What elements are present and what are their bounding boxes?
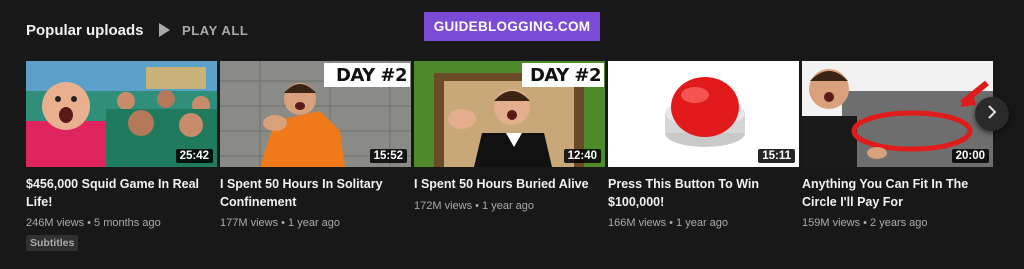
upload-age: 1 year ago [288,217,341,229]
video-thumbnail[interactable]: DAY #2 12:40 [414,61,605,167]
video-duration: 12:40 [563,149,601,163]
upload-age: 5 months ago [94,217,161,229]
video-title[interactable]: I Spent 50 Hours Buried Alive [414,176,605,194]
view-count: 166M views [608,217,667,229]
section-header: Popular uploads [26,19,144,41]
view-count: 246M views [26,217,85,229]
play-all-label: PLAY ALL [182,22,249,38]
video-meta: 246M views • 5 months ago [26,217,161,229]
video-meta: 177M views • 1 year ago [220,217,341,229]
video-duration: 20:00 [951,149,989,163]
chevron-right-icon [987,104,997,124]
upload-age: 1 year ago [482,199,535,212]
video-thumbnail[interactable]: 25:42 [26,61,217,167]
video-duration: 25:42 [175,149,213,163]
video-card[interactable]: 25:42 $456,000 Squid Game In Real Life! … [26,61,217,251]
thumbnail-overlay-text: DAY #2 [335,65,408,86]
section-title: Popular uploads [26,21,144,39]
video-meta: 159M views • 2 years ago [802,217,928,229]
view-count: 177M views [220,217,279,229]
subtitles-badge: Subtitles [26,235,79,251]
video-thumbnail[interactable]: 15:11 [608,61,799,167]
watermark-banner: GUIDEBLOGGING.COM [424,12,600,41]
video-thumbnail[interactable]: 20:00 [802,61,993,167]
watermark-text: GUIDEBLOGGING.COM [433,19,591,34]
video-title[interactable]: Press This Button To Win $100,000! [608,176,799,211]
video-meta: 172M views • 1 year ago [414,199,535,212]
thumbnail-overlay-text: DAY #2 [529,65,602,86]
video-card[interactable]: 15:11 Press This Button To Win $100,000!… [608,61,799,229]
play-icon [158,23,170,37]
video-duration: 15:11 [758,149,795,163]
upload-age: 1 year ago [676,217,729,229]
video-title[interactable]: I Spent 50 Hours In Solitary Confinement [220,176,411,211]
video-title[interactable]: Anything You Can Fit In The Circle I'll … [802,176,993,211]
video-card[interactable]: DAY #2 15:52 I Spent 50 Hours In Solitar… [220,61,411,229]
video-thumbnail[interactable]: DAY #2 15:52 [220,61,411,167]
video-duration: 15:52 [369,149,407,163]
video-meta: 166M views • 1 year ago [608,217,729,229]
view-count: 172M views [414,199,473,212]
video-card[interactable]: 20:00 Anything You Can Fit In The Circle… [802,61,993,229]
upload-age: 2 years ago [870,217,928,229]
next-button[interactable] [975,97,1009,131]
video-card[interactable]: DAY #2 12:40 I Spent 50 Hours Buried Ali… [414,61,605,212]
video-title[interactable]: $456,000 Squid Game In Real Life! [26,176,217,211]
play-all-button[interactable]: PLAY ALL [158,19,248,41]
view-count: 159M views [802,217,861,229]
